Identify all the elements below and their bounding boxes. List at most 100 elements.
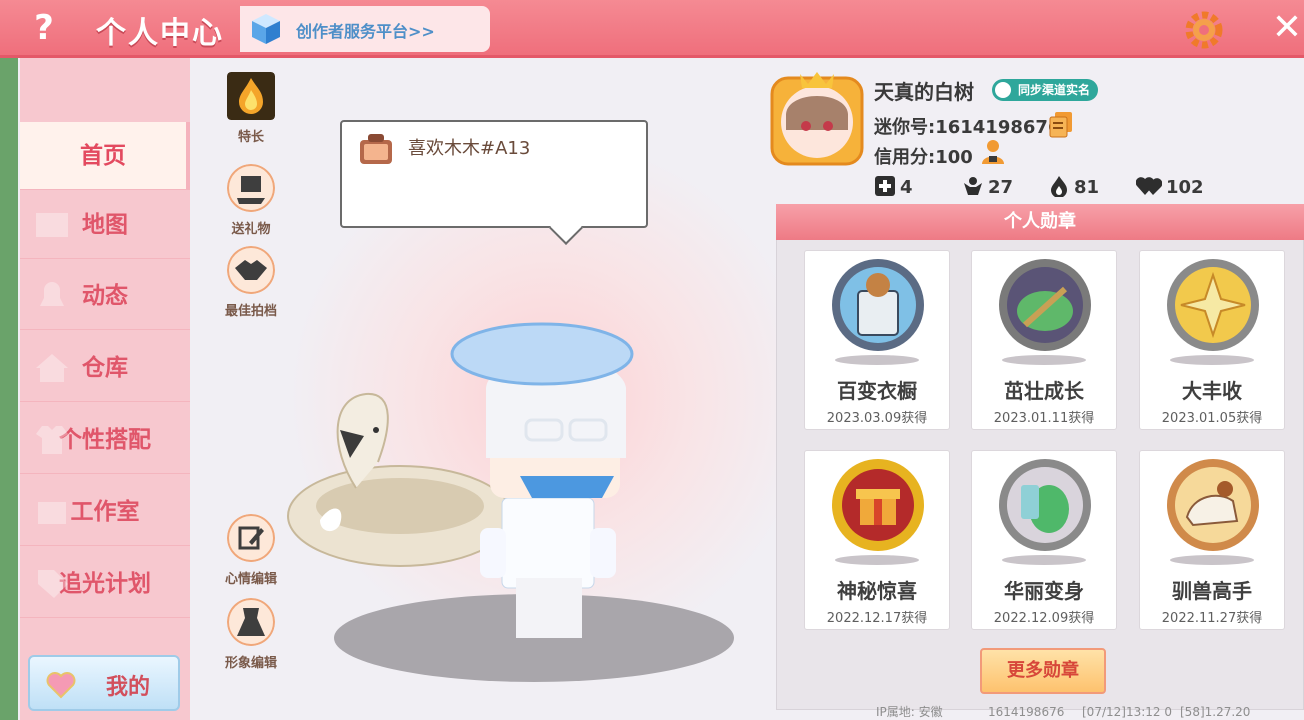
partner-action[interactable]: 最佳拍档: [216, 246, 286, 319]
edit-icon: [227, 514, 275, 562]
friends-stat[interactable]: 4: [874, 175, 913, 199]
hearts-icon: [1136, 177, 1162, 195]
sidebar-item-label: 地图: [82, 212, 128, 238]
me-button[interactable]: 我的: [28, 655, 180, 711]
medal-name: 华丽变身: [1004, 579, 1084, 603]
sidebar-item-label: 仓库: [82, 355, 128, 381]
mini-id: 迷你号:1614198676: [874, 117, 1061, 138]
credit-score: 信用分:100: [874, 147, 973, 168]
medal-date: 2022.12.09获得: [993, 611, 1095, 626]
gift-hand-icon: [227, 164, 275, 212]
top-bar: ? 个人中心 创作者服务平台>> ✕: [0, 0, 1304, 58]
sidebar-item-label: 个性搭配: [59, 427, 151, 453]
ip-location: IP属地: 安徽: [876, 705, 943, 719]
medal-date: 2022.11.27获得: [1161, 611, 1263, 626]
creator-platform-link[interactable]: 创作者服务平台>>: [296, 18, 435, 42]
medal-card[interactable]: 华丽变身 2022.12.09获得: [971, 450, 1117, 630]
sidebar-item-light-plan[interactable]: 追光计划: [20, 550, 190, 618]
gift-label: 送礼物: [231, 222, 271, 237]
more-medals-button[interactable]: 更多勋章: [980, 648, 1106, 694]
studio-icon: [38, 502, 66, 524]
talent-label: 特长: [237, 130, 264, 145]
add-friend-icon: [875, 176, 895, 196]
mood-edit-label: 心情编辑: [224, 572, 277, 587]
medal-name: 驯兽高手: [1172, 579, 1252, 603]
medal-card[interactable]: 百变衣橱 2023.03.09获得: [804, 250, 950, 430]
shirt-icon: [36, 426, 68, 454]
likes-stat[interactable]: 102: [1136, 175, 1204, 199]
footer-version: [58]1.27.20: [1180, 705, 1251, 719]
tamer-medal-icon: [1167, 459, 1259, 551]
fire-icon: [227, 72, 275, 120]
me-label: 我的: [106, 675, 151, 700]
page-title: 个人中心: [96, 16, 224, 51]
medal-date: 2022.12.17获得: [826, 611, 928, 626]
medal-card[interactable]: 驯兽高手 2022.11.27获得: [1139, 450, 1285, 630]
handshake-icon: [227, 246, 275, 294]
tag-icon: [38, 570, 68, 598]
footer-time: [07/12]13:12 0: [1082, 705, 1172, 719]
heat-stat[interactable]: 81: [1048, 175, 1099, 199]
map-icon: [36, 213, 68, 237]
medal-name: 百变衣橱: [837, 379, 917, 403]
sidebar-item-home[interactable]: 首页: [20, 122, 190, 190]
sidebar-item-feed[interactable]: 动态: [20, 262, 190, 330]
bell-icon: [40, 282, 64, 306]
house-icon: [36, 354, 68, 382]
sidebar-item-warehouse[interactable]: 仓库: [20, 334, 190, 402]
close-icon[interactable]: ✕: [1270, 8, 1304, 48]
sidebar-item-outfit[interactable]: 个性搭配: [20, 406, 190, 474]
mood-edit-action[interactable]: 心情编辑: [216, 514, 286, 587]
realname-badge[interactable]: 同步渠道实名: [992, 79, 1099, 101]
medal-shadow: [835, 355, 919, 365]
talent-action[interactable]: 特长: [216, 72, 286, 145]
gear-icon[interactable]: [1184, 10, 1224, 50]
mood-text: 喜欢木木#A13: [408, 138, 531, 159]
medal-shadow: [1170, 355, 1254, 365]
sidebar-item-label: 动态: [82, 283, 128, 309]
fans-icon: [964, 177, 982, 195]
gift-action[interactable]: 送礼物: [216, 164, 286, 237]
help-button[interactable]: ?: [26, 8, 62, 48]
medal-shadow: [1002, 355, 1086, 365]
fans-stat[interactable]: 27: [962, 175, 1013, 199]
heart-icon: [46, 672, 76, 699]
fans-count: 27: [988, 177, 1014, 198]
person-icon: [995, 82, 1011, 98]
wardrobe-medal-icon: [832, 259, 924, 351]
copy-icon[interactable]: [1048, 110, 1074, 138]
medal-card[interactable]: 大丰收 2023.01.05获得: [1139, 250, 1285, 430]
medal-date: 2023.01.11获得: [993, 411, 1095, 426]
sidebar-item-studio[interactable]: 工作室: [20, 478, 190, 546]
footer-uid: 1614198676: [988, 705, 1065, 719]
medal-name: 茁壮成长: [1004, 379, 1084, 403]
gift-box-medal-icon: [832, 459, 924, 551]
sidebar-item-map[interactable]: 地图: [20, 191, 190, 259]
medal-name: 大丰收: [1182, 379, 1242, 403]
harvest-medal-icon: [1167, 259, 1259, 351]
likes-count: 102: [1166, 177, 1204, 198]
medal-date: 2023.01.05获得: [1161, 411, 1263, 426]
medal-shadow: [835, 555, 919, 565]
sidebar-item-label: 首页: [80, 143, 126, 169]
look-edit-action[interactable]: 形象编辑: [216, 598, 286, 671]
heat-count: 81: [1074, 177, 1100, 198]
transform-medal-icon: [999, 459, 1091, 551]
mood-bubble[interactable]: 喜欢木木#A13: [340, 120, 648, 245]
cube-icon: [252, 14, 280, 44]
medal-date: 2023.03.09获得: [826, 411, 928, 426]
dress-icon: [227, 598, 275, 646]
sprout-medal-icon: [999, 259, 1091, 351]
medal-card[interactable]: 神秘惊喜 2022.12.17获得: [804, 450, 950, 630]
medal-header: 个人勋章: [776, 204, 1304, 240]
chest-icon: [360, 134, 392, 164]
avatar[interactable]: [768, 70, 866, 168]
friends-count: 4: [900, 177, 913, 198]
person-badge-icon[interactable]: [980, 138, 1006, 166]
medal-name: 神秘惊喜: [837, 579, 917, 603]
medal-card[interactable]: 茁壮成长 2023.01.11获得: [971, 250, 1117, 430]
medal-shadow: [1002, 555, 1086, 565]
flame-icon: [1051, 176, 1067, 197]
medal-shadow: [1170, 555, 1254, 565]
sidebar-item-label: 工作室: [70, 499, 140, 525]
